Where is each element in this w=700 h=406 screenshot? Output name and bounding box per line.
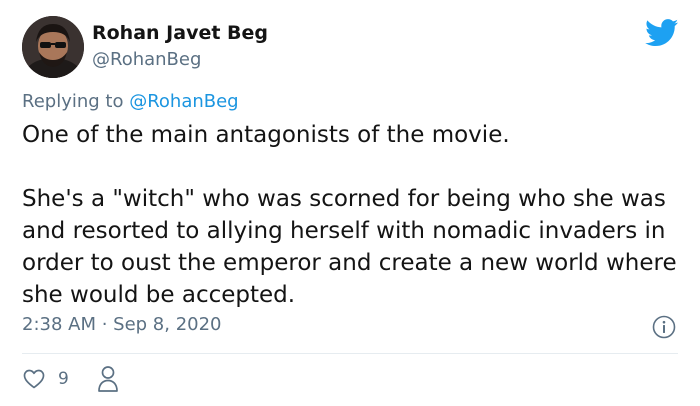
info-icon[interactable] [652, 315, 676, 339]
avatar[interactable] [22, 16, 84, 78]
tweet-timestamp[interactable]: 2:38 AM · Sep 8, 2020 [22, 314, 222, 335]
replying-to-mention[interactable]: @RohanBeg [129, 91, 238, 112]
replying-to: Replying to @RohanBeg [22, 91, 239, 112]
like-count: 9 [58, 369, 69, 389]
like-button[interactable]: 9 [22, 366, 69, 392]
author-handle[interactable]: @RohanBeg [92, 49, 201, 70]
avatar-image [22, 16, 84, 78]
divider [22, 353, 678, 354]
tweet-card: Rohan Javet Beg @RohanBeg Replying to @R… [0, 0, 700, 406]
twitter-bird-icon[interactable] [645, 19, 679, 47]
heart-icon [23, 369, 45, 389]
tweet-text: One of the main antagonists of the movie… [22, 122, 677, 308]
replying-prefix: Replying to [22, 91, 130, 112]
person-icon[interactable] [95, 364, 121, 394]
author-display-name[interactable]: Rohan Javet Beg [92, 22, 268, 44]
